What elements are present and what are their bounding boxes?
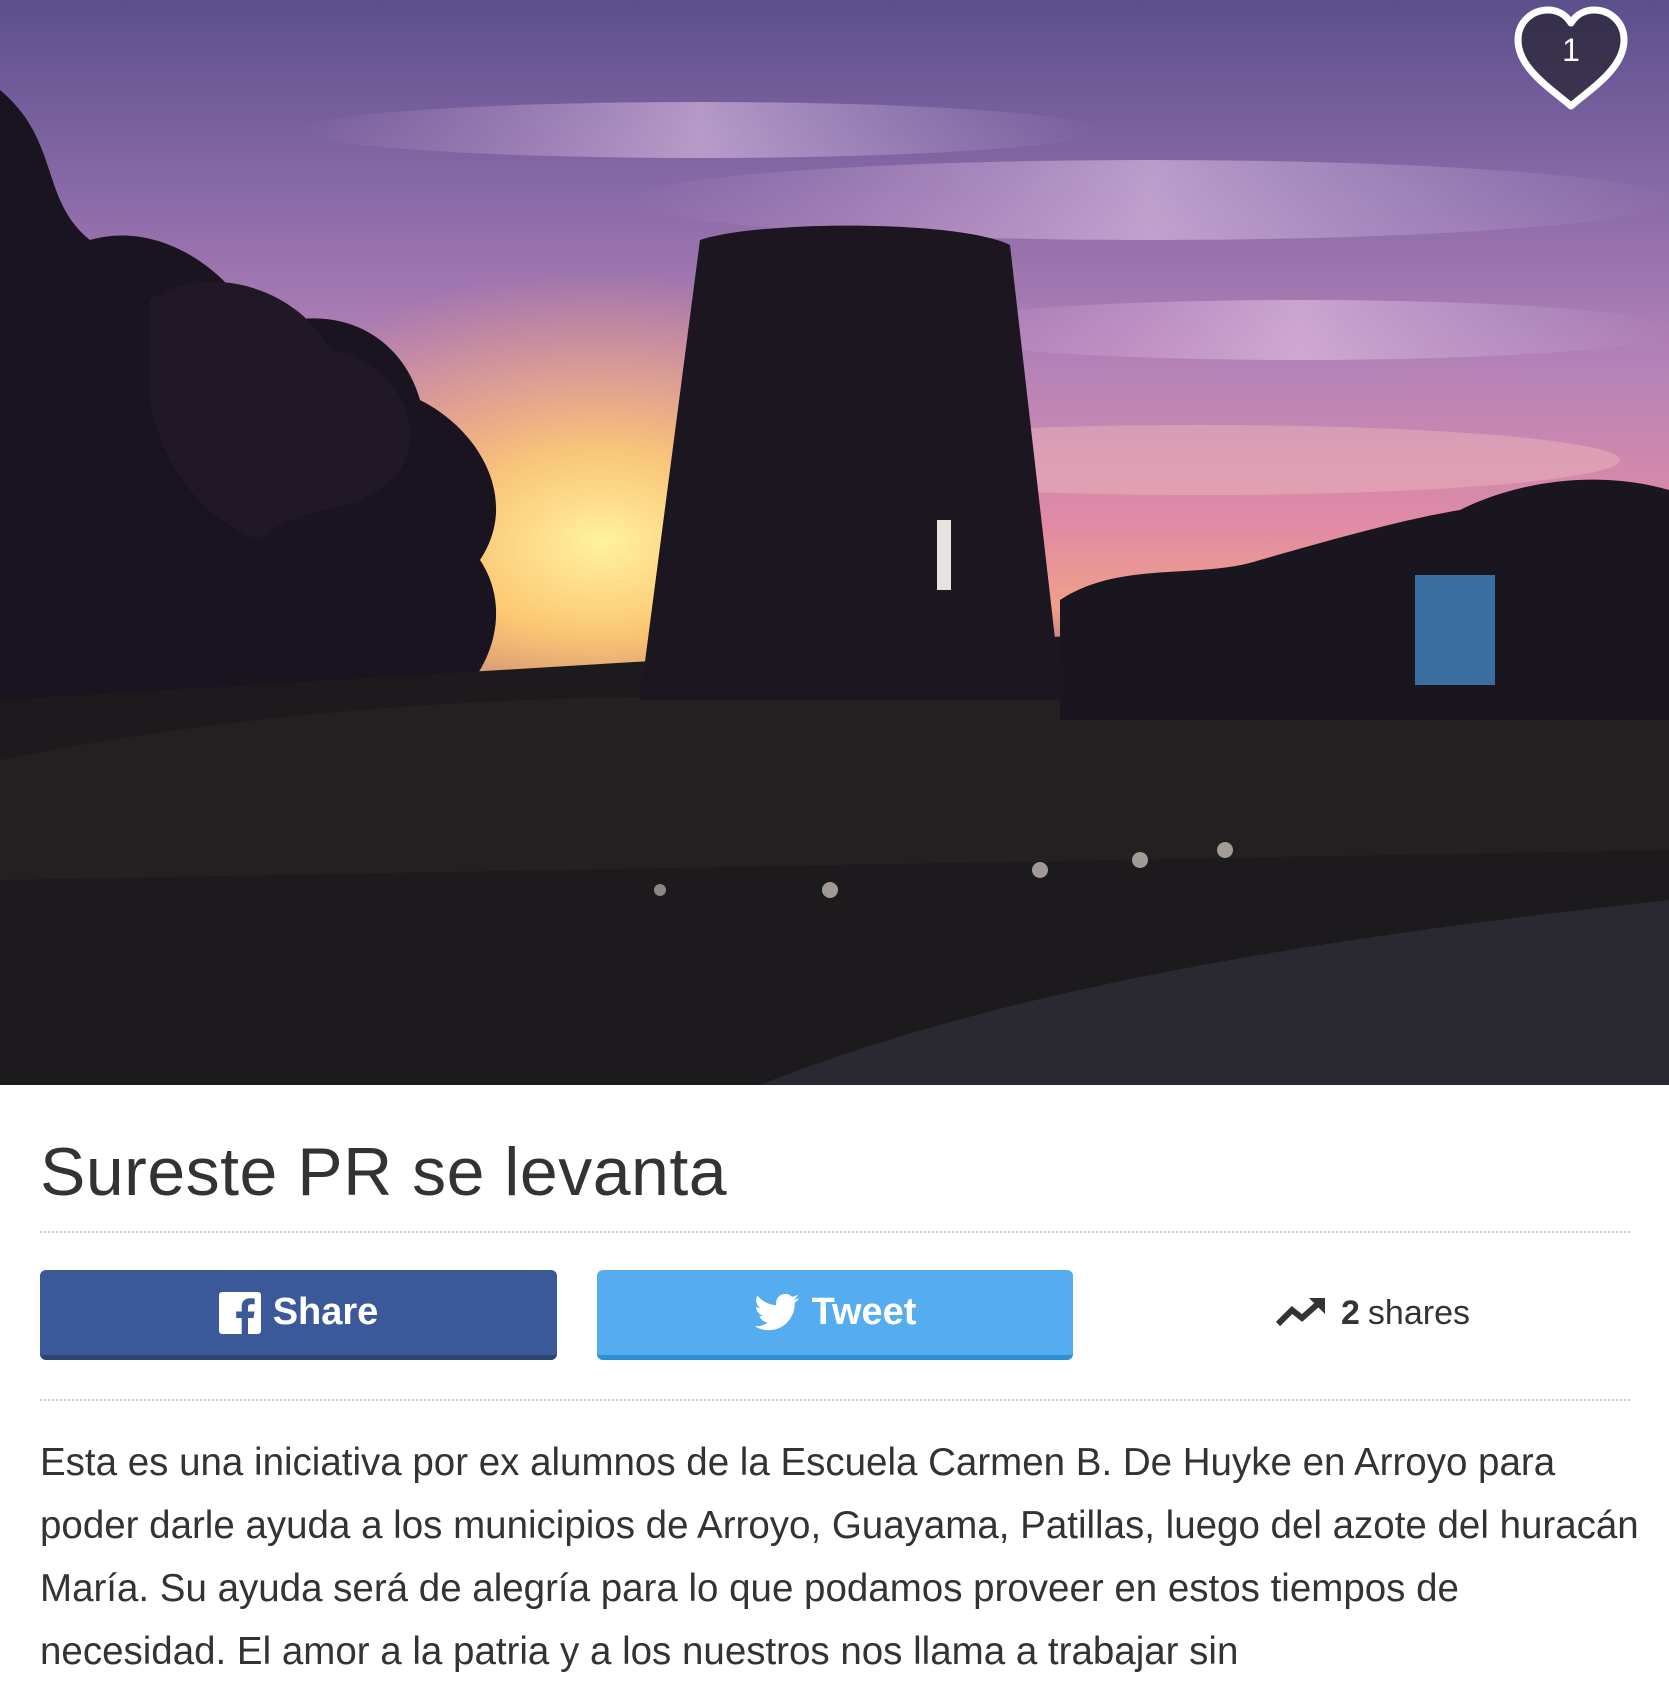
shares-number: 2 (1341, 1293, 1360, 1332)
facebook-icon (218, 1291, 261, 1334)
sunset-windmill-photo (0, 0, 1669, 1085)
twitter-tweet-button[interactable]: Tweet (597, 1270, 1073, 1360)
shares-count: 2 shares (1275, 1288, 1470, 1338)
facebook-share-label: Share (272, 1291, 379, 1333)
shares-label: shares (1367, 1293, 1470, 1332)
page-title: Sureste PR se levanta (40, 1134, 728, 1210)
twitter-bird-icon (753, 1293, 800, 1333)
like-count: 1 (1562, 32, 1580, 68)
divider (40, 1231, 1630, 1233)
facebook-share-button[interactable]: Share (40, 1270, 557, 1360)
twitter-tweet-label: Tweet (811, 1291, 917, 1333)
campaign-description: Esta es una iniciativa por ex alumnos de… (40, 1441, 1639, 1673)
trending-up-icon (1275, 1296, 1327, 1330)
like-heart-button[interactable]: 1 (1510, 4, 1632, 114)
hero-image (0, 0, 1669, 1085)
divider (40, 1399, 1630, 1401)
